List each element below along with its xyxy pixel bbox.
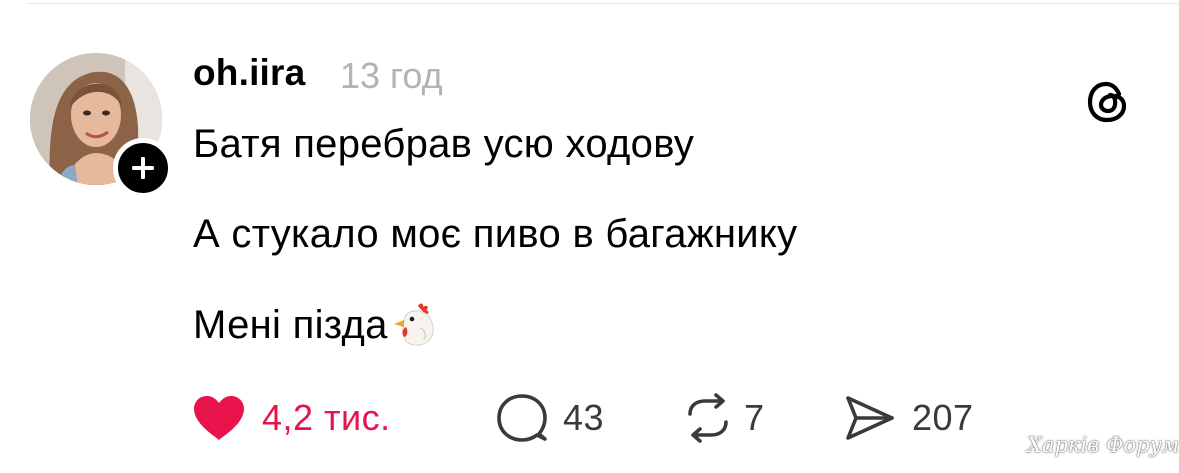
like-button[interactable]: 4,2 тис. xyxy=(192,392,391,444)
comment-bubble-icon xyxy=(497,394,547,442)
chicken-emoji xyxy=(390,300,440,360)
repost-button[interactable]: 7 xyxy=(680,392,765,444)
post-text-line-last: Мені пізда xyxy=(193,300,440,360)
timestamp: 13 год xyxy=(340,55,443,96)
comment-button[interactable]: 43 xyxy=(495,392,604,444)
post-text-line: Батя перебрав усю ходову xyxy=(193,122,695,166)
plus-icon xyxy=(132,157,154,179)
repost-icon xyxy=(688,393,728,443)
threads-logo-icon[interactable] xyxy=(1084,78,1132,126)
comment-count: 43 xyxy=(563,397,605,438)
repost-count: 7 xyxy=(744,397,765,438)
like-count: 4,2 тис. xyxy=(262,397,391,438)
watermark: Харків Форум xyxy=(1027,433,1179,457)
follow-button[interactable] xyxy=(113,138,173,198)
heart-filled-icon xyxy=(194,396,244,440)
send-icon xyxy=(846,396,894,440)
username[interactable]: oh.iira xyxy=(193,52,305,94)
top-divider xyxy=(28,3,1179,4)
share-button[interactable]: 207 xyxy=(842,392,974,444)
share-count: 207 xyxy=(912,397,974,438)
post-text-line: А стукало моє пиво в багажнику xyxy=(193,212,798,256)
post-text-line: Мені пізда xyxy=(193,303,388,347)
